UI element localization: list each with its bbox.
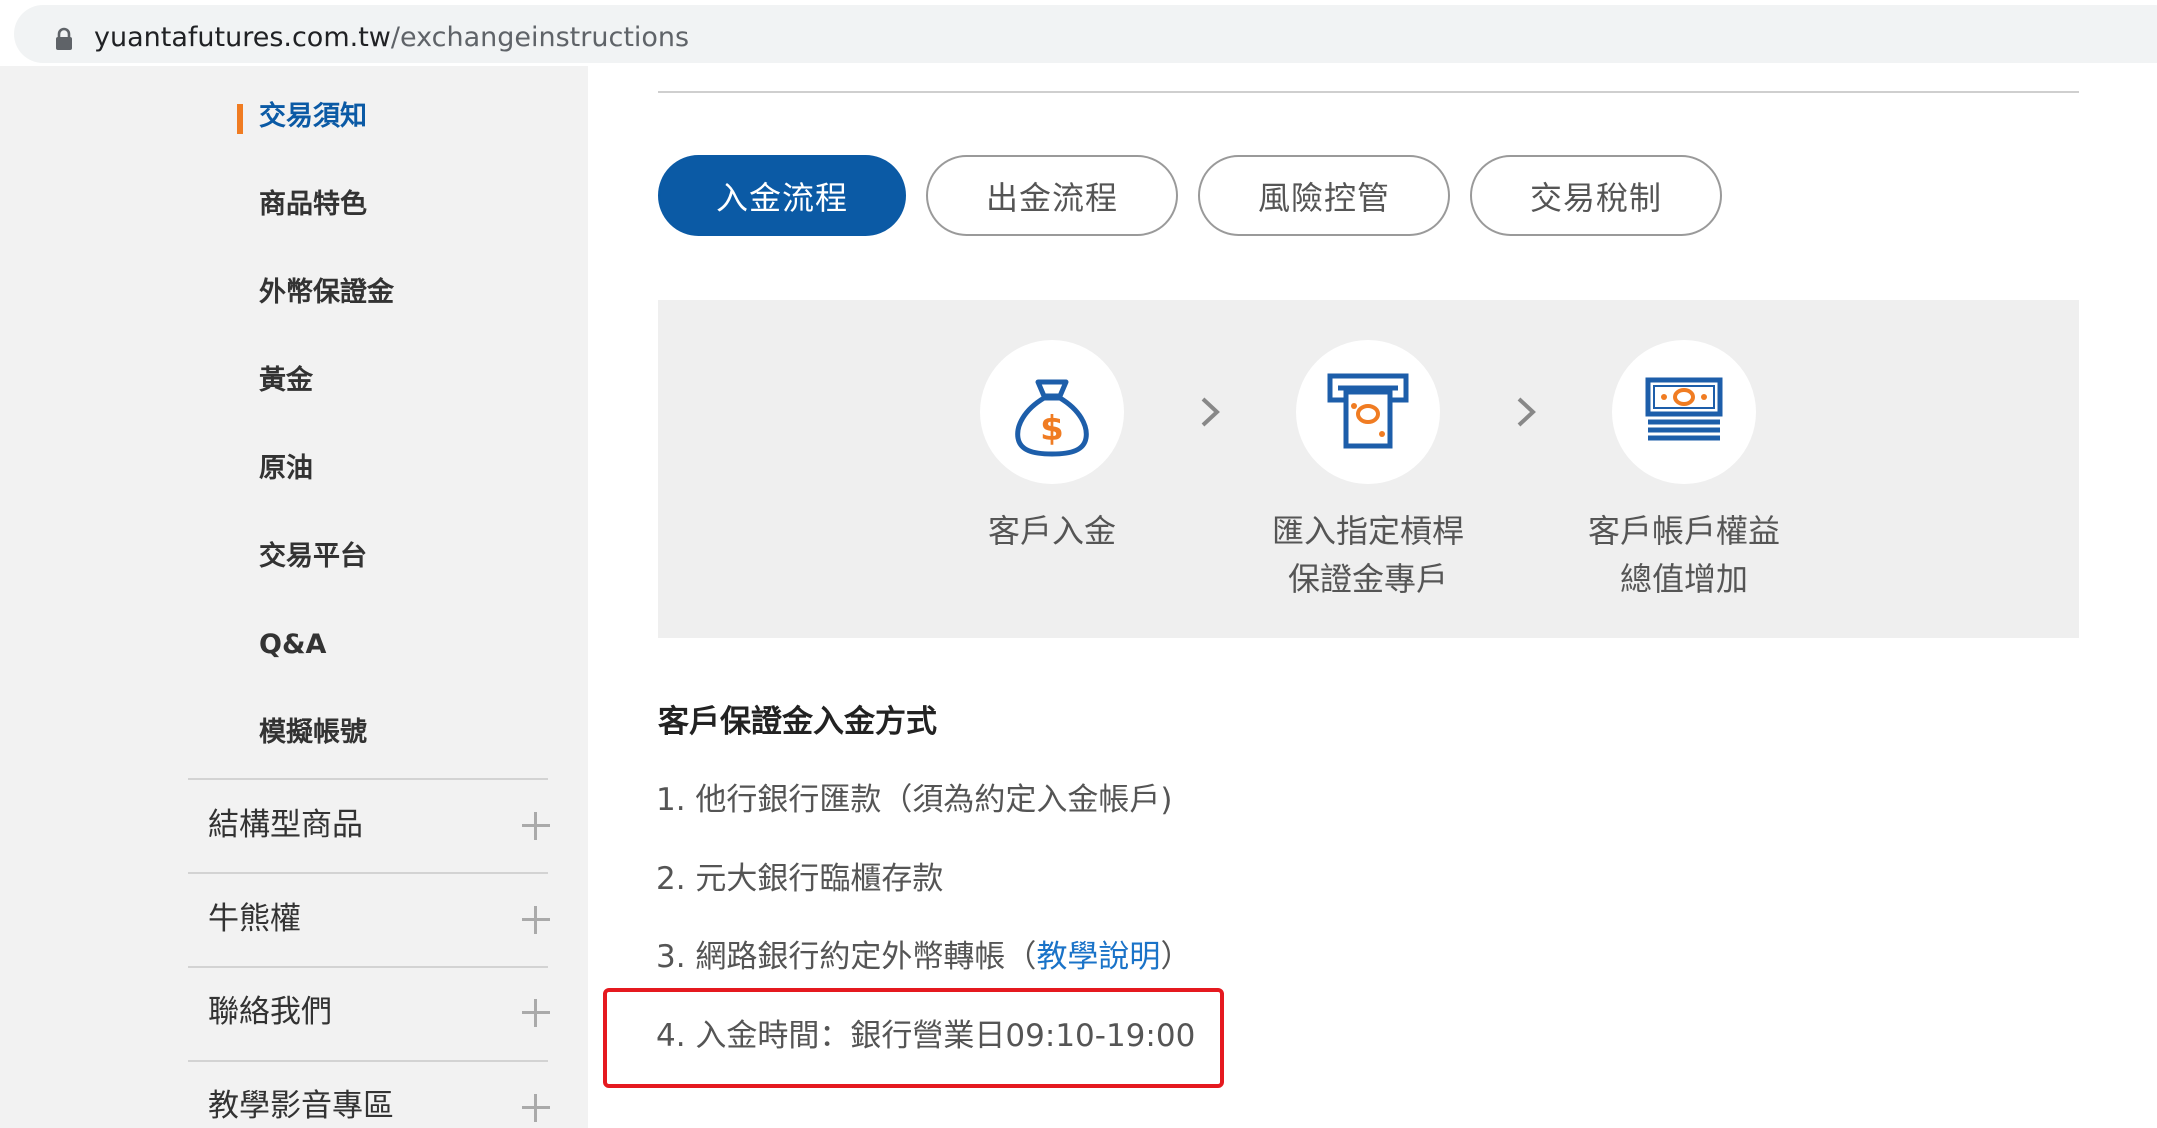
tutorial-link[interactable]: 教學說明	[1036, 939, 1160, 975]
sidebar-item-fx-margin[interactable]: 外幣保證金	[259, 275, 394, 311]
list-item: 3. 網路銀行約定外幣轉帳（教學說明）	[656, 935, 1191, 979]
tab-deposit-process[interactable]: 入金流程	[658, 155, 906, 236]
url-domain: yuantafutures.com.tw	[94, 22, 391, 53]
list-item: 2. 元大銀行臨櫃存款	[656, 861, 944, 897]
money-bag-icon: $	[1015, 379, 1089, 457]
sidebar-divider	[188, 1060, 548, 1062]
list-item-text: 3. 網路銀行約定外幣轉帳（	[656, 939, 1037, 975]
tab-tax-system[interactable]: 交易稅制	[1470, 155, 1722, 236]
url-path: /exchangeinstructions	[390, 22, 690, 53]
sidebar	[0, 66, 588, 1128]
lock-icon	[56, 27, 72, 50]
deposit-methods-title: 客戶保證金入金方式	[658, 704, 937, 740]
step-label: 客戶帳戶權益	[1587, 512, 1780, 550]
atm-icon	[1327, 373, 1409, 449]
sidebar-item-trading-notice[interactable]: 交易須知	[259, 99, 367, 135]
sidebar-item-demo-account[interactable]: 模擬帳號	[259, 715, 367, 751]
step-circle	[1612, 340, 1756, 484]
sidebar-category-contact-us[interactable]: 聯絡我們	[208, 992, 332, 1032]
step-label: 總值增加	[1619, 560, 1748, 598]
sidebar-divider	[188, 966, 548, 968]
sidebar-divider	[188, 778, 548, 780]
sidebar-category-structured-products[interactable]: 結構型商品	[208, 805, 363, 845]
list-item-text: ）	[1160, 939, 1192, 975]
red-highlight-box	[603, 988, 1224, 1088]
sidebar-category-cbbc[interactable]: 牛熊權	[208, 899, 301, 939]
cash-stack-icon	[1645, 377, 1723, 441]
url-field[interactable]: yuantafutures.com.tw/exchangeinstruction…	[14, 5, 2157, 63]
sidebar-item-product-features[interactable]: 商品特色	[259, 187, 367, 223]
sidebar-divider	[188, 872, 548, 874]
chevron-right-icon	[1201, 397, 1220, 427]
expand-plus-icon[interactable]	[522, 999, 550, 1027]
list-item: 1. 他行銀行匯款（須為約定入金帳戶)	[656, 782, 1173, 818]
step-label: 客戶入金	[987, 512, 1116, 550]
browser-address-bar: yuantafutures.com.tw/exchangeinstruction…	[0, 0, 2157, 66]
expand-plus-icon[interactable]	[522, 812, 550, 840]
step-circle	[1296, 340, 1440, 484]
step-circle: $	[980, 340, 1124, 484]
sidebar-item-trading-platform[interactable]: 交易平台	[259, 539, 367, 575]
expand-plus-icon[interactable]	[522, 1094, 550, 1122]
step-label: 匯入指定槓桿	[1271, 512, 1464, 550]
sidebar-item-qa[interactable]: Q&A	[259, 627, 326, 663]
expand-plus-icon[interactable]	[522, 906, 550, 934]
sidebar-item-gold[interactable]: 黃金	[259, 363, 313, 399]
tab-withdrawal-process[interactable]: 出金流程	[926, 155, 1178, 236]
svg-text:$: $	[1040, 409, 1064, 449]
sidebar-item-crude-oil[interactable]: 原油	[259, 451, 313, 487]
section-divider	[658, 91, 2079, 93]
url-text: yuantafutures.com.tw/exchangeinstruction…	[94, 19, 689, 57]
active-indicator	[237, 104, 243, 134]
tab-risk-control[interactable]: 風險控管	[1198, 155, 1450, 236]
sidebar-category-video-tutorials[interactable]: 教學影音專區	[208, 1086, 394, 1126]
step-label: 保證金專戶	[1287, 560, 1448, 598]
chevron-right-icon	[1517, 397, 1536, 427]
